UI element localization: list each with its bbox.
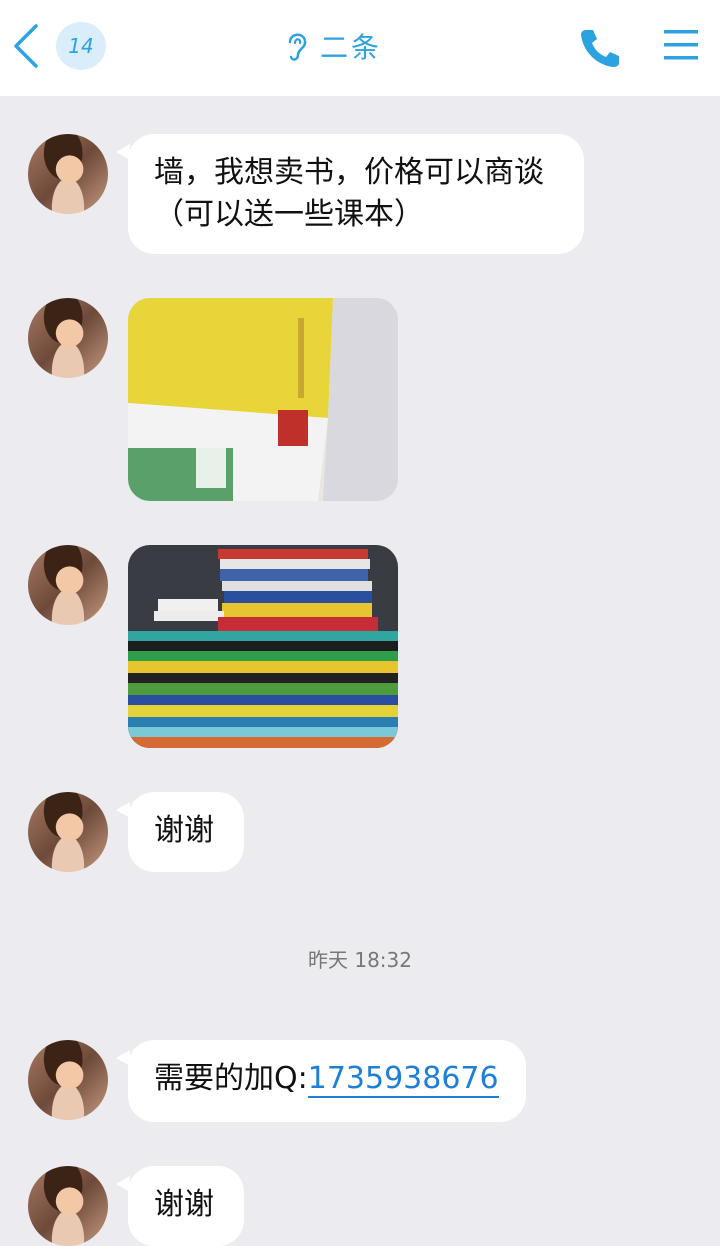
message-row <box>0 545 720 748</box>
message-row <box>0 298 720 501</box>
chat-header: 14 二条 <box>0 0 720 96</box>
phone-icon[interactable] <box>578 26 622 68</box>
avatar[interactable] <box>28 134 108 214</box>
message-bubble[interactable]: 墙，我想卖书，价格可以商谈（可以送一些课本） <box>116 134 584 254</box>
chat-title-text: 二条 <box>320 31 383 64</box>
message-row: 谢谢 <box>0 792 720 872</box>
unread-count-badge[interactable]: 14 <box>56 22 106 70</box>
avatar[interactable] <box>28 545 108 625</box>
avatar[interactable] <box>28 1166 108 1246</box>
image-message[interactable] <box>128 545 398 748</box>
avatar[interactable] <box>28 298 108 378</box>
avatar[interactable] <box>28 792 108 872</box>
message-text: 需要的加Q: <box>154 1061 308 1096</box>
message-row: 需要的加Q:1735938676 <box>0 1040 720 1122</box>
books-photo-2 <box>128 545 398 748</box>
message-row: 墙，我想卖书，价格可以商谈（可以送一些课本） <box>0 134 720 254</box>
back-chevron-icon[interactable] <box>10 22 44 70</box>
ear-icon <box>288 33 307 61</box>
image-message[interactable] <box>128 298 398 501</box>
message-bubble[interactable]: 谢谢 <box>116 792 244 872</box>
chat-title[interactable]: 二条 <box>284 24 454 68</box>
qq-number-link[interactable]: 1735938676 <box>307 1061 499 1098</box>
message-bubble[interactable]: 需要的加Q:1735938676 <box>116 1040 526 1122</box>
message-bubble[interactable]: 谢谢 <box>116 1166 244 1246</box>
avatar[interactable] <box>28 1040 108 1120</box>
menu-icon[interactable] <box>662 28 700 62</box>
message-timestamp: 昨天 18:32 <box>308 948 412 972</box>
books-photo-1 <box>128 298 398 501</box>
message-row: 谢谢 <box>0 1166 720 1246</box>
